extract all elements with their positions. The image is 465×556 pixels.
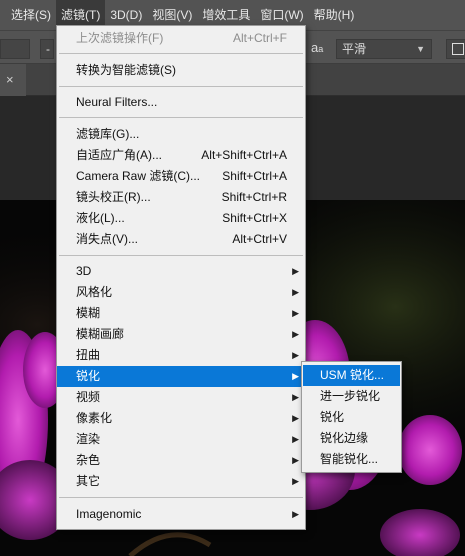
menu-item-sharpen[interactable]: 锐化 ▶	[57, 366, 305, 387]
menu-separator	[59, 53, 303, 54]
triangle-right-icon: ▶	[292, 476, 299, 486]
menu-item-shortcut: Alt+Ctrl+F	[232, 31, 287, 45]
filter-menu: 上次滤镜操作(F) Alt+Ctrl+F 转换为智能滤镜(S) Neural F…	[56, 25, 306, 530]
menu-item-other[interactable]: 其它 ▶	[57, 471, 305, 492]
menu-item-shortcut: Alt+Ctrl+V	[232, 232, 287, 246]
antialias-icon: aa	[311, 39, 323, 58]
triangle-right-icon: ▶	[292, 266, 299, 276]
menu-item-shortcut: Alt+Shift+Ctrl+A	[201, 148, 287, 162]
menu-item-stylize[interactable]: 风格化 ▶	[57, 282, 305, 303]
triangle-right-icon: ▶	[292, 287, 299, 297]
triangle-right-icon: ▶	[292, 308, 299, 318]
menu-item-label: 镜头校正(R)...	[76, 190, 151, 204]
menu-item-label: 上次滤镜操作(F)	[76, 31, 164, 45]
menu-item-camera-raw[interactable]: Camera Raw 滤镜(C)... Shift+Ctrl+A	[57, 166, 305, 187]
triangle-right-icon: ▶	[292, 392, 299, 402]
menu-item-blur-gallery[interactable]: 模糊画廊 ▶	[57, 324, 305, 345]
antialias-method-value: 平滑	[342, 42, 367, 56]
menu-item-shortcut: Shift+Ctrl+X	[222, 211, 287, 225]
align-icon	[452, 43, 464, 55]
submenu-item-sharpen[interactable]: 锐化	[303, 407, 400, 428]
menu-item-pixelate[interactable]: 像素化 ▶	[57, 408, 305, 429]
tool-preset-field[interactable]	[0, 39, 30, 59]
close-icon[interactable]: ×	[6, 72, 14, 87]
submenu-item-unsharp-mask[interactable]: USM 锐化...	[303, 365, 400, 386]
menu-item-label: 其它	[76, 474, 101, 488]
menu-item-liquify[interactable]: 液化(L)... Shift+Ctrl+X	[57, 208, 305, 229]
menu-item-label: 转换为智能滤镜(S)	[76, 63, 176, 77]
menu-select[interactable]: 选择(S)	[0, 0, 56, 30]
menu-item-label: 渲染	[76, 432, 101, 446]
menu-item-label: 像素化	[76, 411, 113, 425]
menu-item-render[interactable]: 渲染 ▶	[57, 429, 305, 450]
menu-item-lens-correction[interactable]: 镜头校正(R)... Shift+Ctrl+R	[57, 187, 305, 208]
menu-item-shortcut: Shift+Ctrl+A	[222, 169, 287, 183]
menu-item-neural-filters[interactable]: Neural Filters...	[57, 92, 305, 113]
menu-item-label: 扭曲	[76, 348, 101, 362]
font-style-field[interactable]: -	[40, 39, 54, 59]
menu-item-label: 3D	[76, 264, 92, 278]
sharpen-submenu: USM 锐化... 进一步锐化 锐化 锐化边缘 智能锐化...	[301, 361, 402, 473]
menu-item-label: 滤镜库(G)...	[76, 127, 140, 141]
chevron-down-icon: ▼	[416, 44, 425, 54]
triangle-right-icon: ▶	[292, 509, 299, 519]
menu-item-blur[interactable]: 模糊 ▶	[57, 303, 305, 324]
submenu-item-sharpen-more[interactable]: 进一步锐化	[303, 386, 400, 407]
menu-item-label: Camera Raw 滤镜(C)...	[76, 169, 201, 183]
menu-item-label: Neural Filters...	[76, 95, 158, 109]
menu-item-vanishing-point[interactable]: 消失点(V)... Alt+Ctrl+V	[57, 229, 305, 250]
menu-item-label: 模糊画廊	[76, 327, 125, 341]
menu-item-last-filter[interactable]: 上次滤镜操作(F) Alt+Ctrl+F	[57, 28, 305, 49]
menu-item-video[interactable]: 视频 ▶	[57, 387, 305, 408]
menu-item-label: 视频	[76, 390, 101, 404]
submenu-item-smart-sharpen[interactable]: 智能锐化...	[303, 449, 400, 470]
triangle-right-icon: ▶	[292, 413, 299, 423]
menu-separator	[59, 86, 303, 87]
antialias-glyph-small: a	[318, 44, 324, 54]
menu-separator	[59, 255, 303, 256]
menu-item-shortcut: Shift+Ctrl+R	[221, 190, 287, 204]
menu-item-label: Imagenomic	[76, 507, 142, 521]
submenu-item-sharpen-edges[interactable]: 锐化边缘	[303, 428, 400, 449]
menu-separator	[59, 117, 303, 118]
menu-item-label: 锐化	[76, 369, 101, 383]
menu-separator	[59, 497, 303, 498]
menu-item-convert-smart-filters[interactable]: 转换为智能滤镜(S)	[57, 60, 305, 81]
menu-help[interactable]: 帮助(H)	[309, 0, 360, 30]
menu-item-label: 杂色	[76, 453, 101, 467]
menu-item-label: 模糊	[76, 306, 101, 320]
menu-item-label: 液化(L)...	[76, 211, 125, 225]
menu-item-distort[interactable]: 扭曲 ▶	[57, 345, 305, 366]
menu-item-imagenomic[interactable]: Imagenomic ▶	[57, 504, 305, 525]
triangle-right-icon: ▶	[292, 434, 299, 444]
menu-item-label: 消失点(V)...	[76, 232, 138, 246]
align-button[interactable]	[446, 39, 465, 59]
menu-item-label: 自适应广角(A)...	[76, 148, 162, 162]
menu-item-adaptive-wide-angle[interactable]: 自适应广角(A)... Alt+Shift+Ctrl+A	[57, 145, 305, 166]
triangle-right-icon: ▶	[292, 371, 299, 381]
menu-item-filter-gallery[interactable]: 滤镜库(G)...	[57, 124, 305, 145]
triangle-right-icon: ▶	[292, 350, 299, 360]
triangle-right-icon: ▶	[292, 329, 299, 339]
triangle-right-icon: ▶	[292, 455, 299, 465]
antialias-method-select[interactable]: 平滑 ▼	[336, 39, 432, 59]
menu-item-3d[interactable]: 3D ▶	[57, 261, 305, 282]
document-tab[interactable]: ×	[0, 64, 26, 96]
menu-item-noise[interactable]: 杂色 ▶	[57, 450, 305, 471]
menu-item-label: 风格化	[76, 285, 113, 299]
